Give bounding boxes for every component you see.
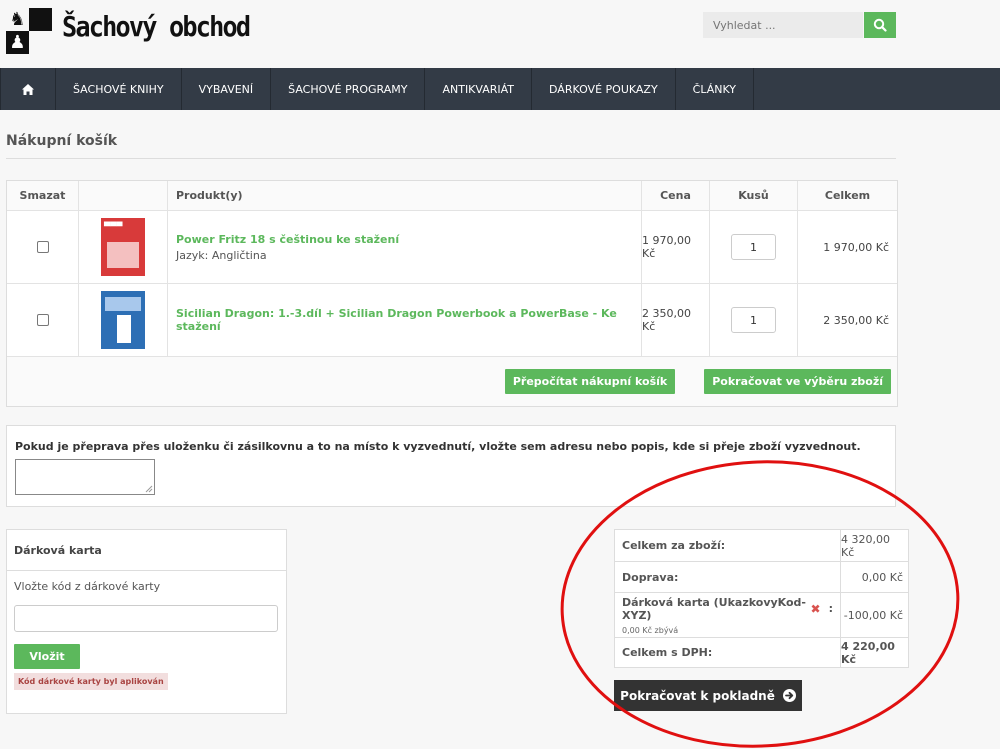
apply-gift-card-button[interactable]: Vložit — [14, 644, 80, 669]
gift-card-applied-message: Kód dárkové karty byl aplikován — [14, 673, 168, 690]
line-total: 2 350,00 Kč — [823, 313, 889, 327]
checkout-label: Pokračovat k pokladně — [620, 688, 775, 703]
product-link[interactable]: Sicilian Dragon: 1.-3.díl + Sicilian Dra… — [176, 307, 641, 333]
column-header-qty: Kusů — [710, 181, 798, 210]
pawn-icon: ♟ — [9, 32, 26, 53]
resize-handle-icon[interactable] — [145, 485, 153, 493]
nav-item-gift-vouchers[interactable]: DÁRKOVÉ POUKAZY — [532, 68, 676, 110]
logo-square — [29, 8, 52, 31]
nav-item-articles[interactable]: ČLÁNKY — [676, 68, 755, 110]
search-input[interactable] — [703, 12, 863, 38]
gift-card-title: Dárková karta — [7, 530, 286, 571]
product-thumbnail[interactable] — [101, 291, 145, 349]
search-button[interactable] — [864, 12, 896, 38]
home-icon — [22, 83, 34, 95]
checkout-button[interactable]: Pokračovat k pokladně — [614, 680, 802, 711]
pickup-note-panel: Pokud je přeprava přes uloženku či zásil… — [6, 425, 896, 507]
table-row: Sicilian Dragon: 1.-3.díl + Sicilian Dra… — [7, 284, 897, 357]
quantity-input[interactable]: 1 — [731, 234, 776, 260]
column-header-total: Celkem — [824, 189, 871, 202]
page-title: Nákupní košík — [6, 133, 118, 149]
brand-name[interactable]: Šachový obchod — [62, 10, 251, 43]
search-icon — [873, 18, 887, 32]
quantity-input[interactable]: 1 — [731, 307, 776, 333]
subtotal-value: 4 320,00 Kč — [841, 532, 890, 559]
unit-price: 2 350,00 Kč — [642, 284, 710, 356]
column-header-price: Cena — [642, 181, 710, 210]
delete-checkbox[interactable] — [36, 314, 49, 326]
column-header-product: Produkt(y) — [168, 181, 642, 210]
product-attribute: Jazyk: Angličtina — [176, 248, 267, 262]
remove-giftcard-icon[interactable]: ✖ — [811, 602, 821, 616]
product-thumbnail[interactable]: ▀▀▀ — [101, 218, 145, 276]
cart-actions: Přepočítat nákupní košík Pokračovat ve v… — [7, 357, 897, 406]
giftcard-colon: : — [828, 602, 833, 615]
pickup-note-label: Pokud je přeprava přes uloženku či zásil… — [15, 440, 861, 453]
main-nav: ŠACHOVÉ KNIHY VYBAVENÍ ŠACHOVÉ PROGRAMY … — [0, 68, 1000, 110]
subtotal-label: Celkem za zboží: — [615, 530, 841, 561]
nav-item-chess-programs[interactable]: ŠACHOVÉ PROGRAMY — [271, 68, 426, 110]
column-header-image — [79, 181, 168, 210]
giftcard-cell: Dárková karta (UkazkovyKod-XYZ) ✖ : 0,00… — [615, 593, 841, 637]
knight-icon: ♞ — [9, 9, 26, 30]
totals-row-giftcard: Dárková karta (UkazkovyKod-XYZ) ✖ : 0,00… — [615, 593, 908, 638]
home-button[interactable] — [0, 68, 56, 110]
thumbnail-art — [105, 297, 141, 311]
shipping-label: Doprava: — [615, 562, 841, 592]
totals-row-grand-total: Celkem s DPH: 4 220,00 Kč — [615, 638, 908, 667]
table-header: Smazat Produkt(y) Cena Kusů Celkem — [7, 181, 897, 211]
unit-price: 1 970,00 Kč — [642, 211, 710, 283]
nav-item-antiquariat[interactable]: ANTIKVARIÁT — [425, 68, 533, 110]
order-totals: Celkem za zboží: 4 320,00 Kč Doprava: 0,… — [614, 529, 909, 668]
gift-card-label: Vložte kód z dárkové karty — [14, 580, 161, 593]
grand-total-value: 4 220,00 Kč — [841, 639, 895, 666]
pickup-note-textarea[interactable] — [15, 459, 155, 495]
gift-card-code-input[interactable] — [14, 605, 278, 632]
thumbnail-art — [107, 242, 139, 268]
arrow-right-circle-icon — [782, 689, 796, 702]
giftcard-remaining: 0,00 Kč zbývá — [622, 625, 679, 635]
cart-table: Smazat Produkt(y) Cena Kusů Celkem ▀▀▀ P… — [6, 180, 898, 407]
table-row: ▀▀▀ Power Fritz 18 s češtinou ke stažení… — [7, 211, 897, 284]
totals-row-shipping: Doprava: 0,00 Kč — [615, 562, 908, 593]
shipping-value: 0,00 Kč — [861, 570, 903, 584]
giftcard-label: Dárková karta (UkazkovyKod-XYZ) — [622, 595, 806, 622]
delete-checkbox[interactable] — [36, 241, 49, 253]
totals-row-subtotal: Celkem za zboží: 4 320,00 Kč — [615, 530, 908, 562]
grand-total-label: Celkem s DPH: — [615, 638, 841, 667]
nav-item-equipment[interactable]: VYBAVENÍ — [182, 68, 272, 110]
recalculate-cart-button[interactable]: Přepočítat nákupní košík — [504, 369, 676, 394]
continue-shopping-button[interactable]: Pokračovat ve výběru zboží — [704, 369, 891, 394]
nav-item-chess-books[interactable]: ŠACHOVÉ KNIHY — [56, 68, 182, 110]
giftcard-value: -100,00 Kč — [843, 608, 903, 622]
thumbnail-art — [117, 315, 131, 343]
thumbnail-art: ▀▀▀ — [104, 222, 123, 231]
logo[interactable]: ♞ ♟ — [6, 8, 52, 54]
line-total: 1 970,00 Kč — [823, 240, 889, 254]
product-link[interactable]: Power Fritz 18 s češtinou ke stažení — [176, 233, 399, 246]
column-header-delete: Smazat — [7, 181, 79, 210]
divider — [6, 158, 896, 159]
gift-card-panel: Dárková karta Vložte kód z dárkové karty… — [6, 529, 287, 714]
